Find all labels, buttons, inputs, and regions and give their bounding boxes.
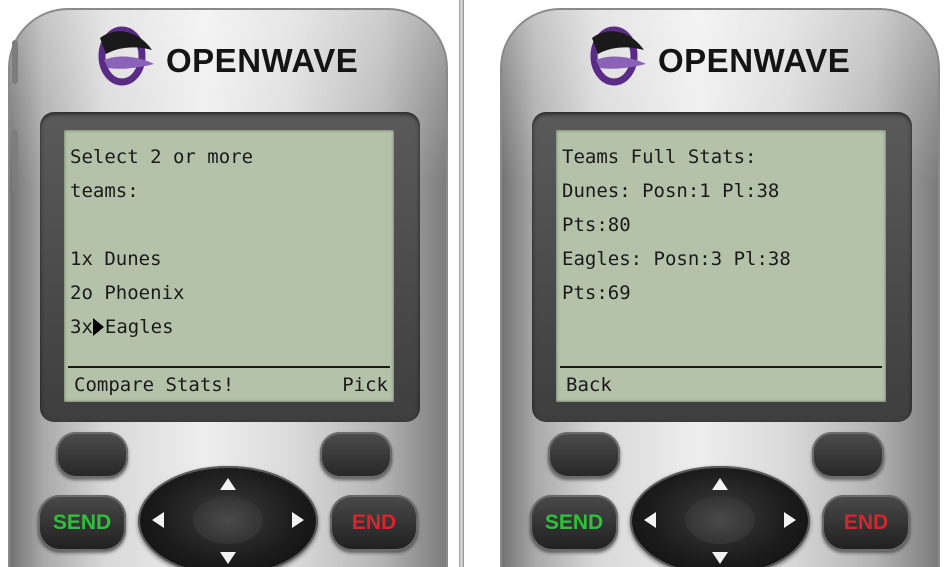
screen-bezel: Select 2 or more teams: 1x Dunes 2o Phoe…	[40, 112, 420, 422]
side-button[interactable]	[12, 130, 18, 190]
softkey-divider	[68, 366, 390, 368]
panel-divider	[459, 0, 464, 567]
screen-line: teams:	[70, 180, 139, 202]
screen-title: Teams Full Stats:	[562, 146, 757, 168]
left-soft-button[interactable]	[56, 432, 128, 478]
list-item-phoenix[interactable]: 2o Phoenix	[70, 276, 388, 310]
screen-line	[70, 208, 388, 242]
nav-left-icon[interactable]	[152, 512, 164, 528]
nav-down-icon[interactable]	[220, 552, 236, 564]
nav-pad[interactable]	[630, 466, 810, 567]
screen-line: Select 2 or more	[70, 146, 254, 168]
screen-content: Select 2 or more teams: 1x Dunes 2o Phoe…	[70, 140, 388, 344]
item-label: Eagles	[104, 316, 174, 338]
phone-left: OPENWAVE Select 2 or more teams: 1x Dune…	[8, 0, 448, 567]
nav-right-icon[interactable]	[292, 512, 304, 528]
list-item-dunes[interactable]: 1x Dunes	[70, 242, 388, 276]
screen-content: Teams Full Stats: Dunes: Posn:1 Pl:38 Pt…	[562, 140, 880, 310]
right-soft-button[interactable]	[812, 432, 884, 478]
openwave-logo: OPENWAVE	[94, 20, 394, 90]
nav-up-icon[interactable]	[220, 478, 236, 490]
cursor-arrow-icon	[92, 318, 104, 336]
brand-name: OPENWAVE	[658, 42, 851, 79]
phone-screen: Teams Full Stats: Dunes: Posn:1 Pl:38 Pt…	[556, 130, 886, 402]
openwave-logo-icon	[590, 26, 646, 86]
nav-up-icon[interactable]	[712, 478, 728, 490]
list-item-eagles[interactable]: 3x Eagles	[70, 310, 388, 344]
item-prefix: 3x	[70, 316, 93, 338]
end-button[interactable]: END	[822, 495, 910, 551]
send-button[interactable]: SEND	[38, 495, 126, 551]
nav-left-icon[interactable]	[644, 512, 656, 528]
stat-line-eagles-pts: Pts:69	[562, 282, 631, 304]
nav-center-button[interactable]	[193, 496, 263, 544]
right-soft-button[interactable]	[320, 432, 392, 478]
openwave-logo: OPENWAVE	[586, 20, 886, 90]
stat-line-dunes-pts: Pts:80	[562, 214, 631, 236]
openwave-logo-icon	[98, 26, 154, 86]
left-soft-button[interactable]	[548, 432, 620, 478]
stat-line-dunes: Dunes: Posn:1 Pl:38	[562, 180, 780, 202]
phone-screen: Select 2 or more teams: 1x Dunes 2o Phoe…	[64, 130, 394, 402]
screen-bezel: Teams Full Stats: Dunes: Posn:1 Pl:38 Pt…	[532, 112, 912, 422]
softkey-back[interactable]: Back	[566, 374, 612, 396]
nav-center-button[interactable]	[685, 496, 755, 544]
nav-down-icon[interactable]	[712, 552, 728, 564]
softkey-divider	[560, 366, 882, 368]
softkey-compare-stats[interactable]: Compare Stats!	[74, 374, 234, 396]
nav-right-icon[interactable]	[784, 512, 796, 528]
nav-pad[interactable]	[138, 466, 318, 567]
side-button[interactable]	[12, 40, 18, 84]
end-button[interactable]: END	[330, 495, 418, 551]
stat-line-eagles: Eagles: Posn:3 Pl:38	[562, 248, 791, 270]
send-button[interactable]: SEND	[530, 495, 618, 551]
brand-name: OPENWAVE	[166, 42, 359, 79]
phone-right: OPENWAVE Teams Full Stats: Dunes: Posn:1…	[500, 0, 940, 567]
softkey-pick[interactable]: Pick	[342, 374, 388, 396]
